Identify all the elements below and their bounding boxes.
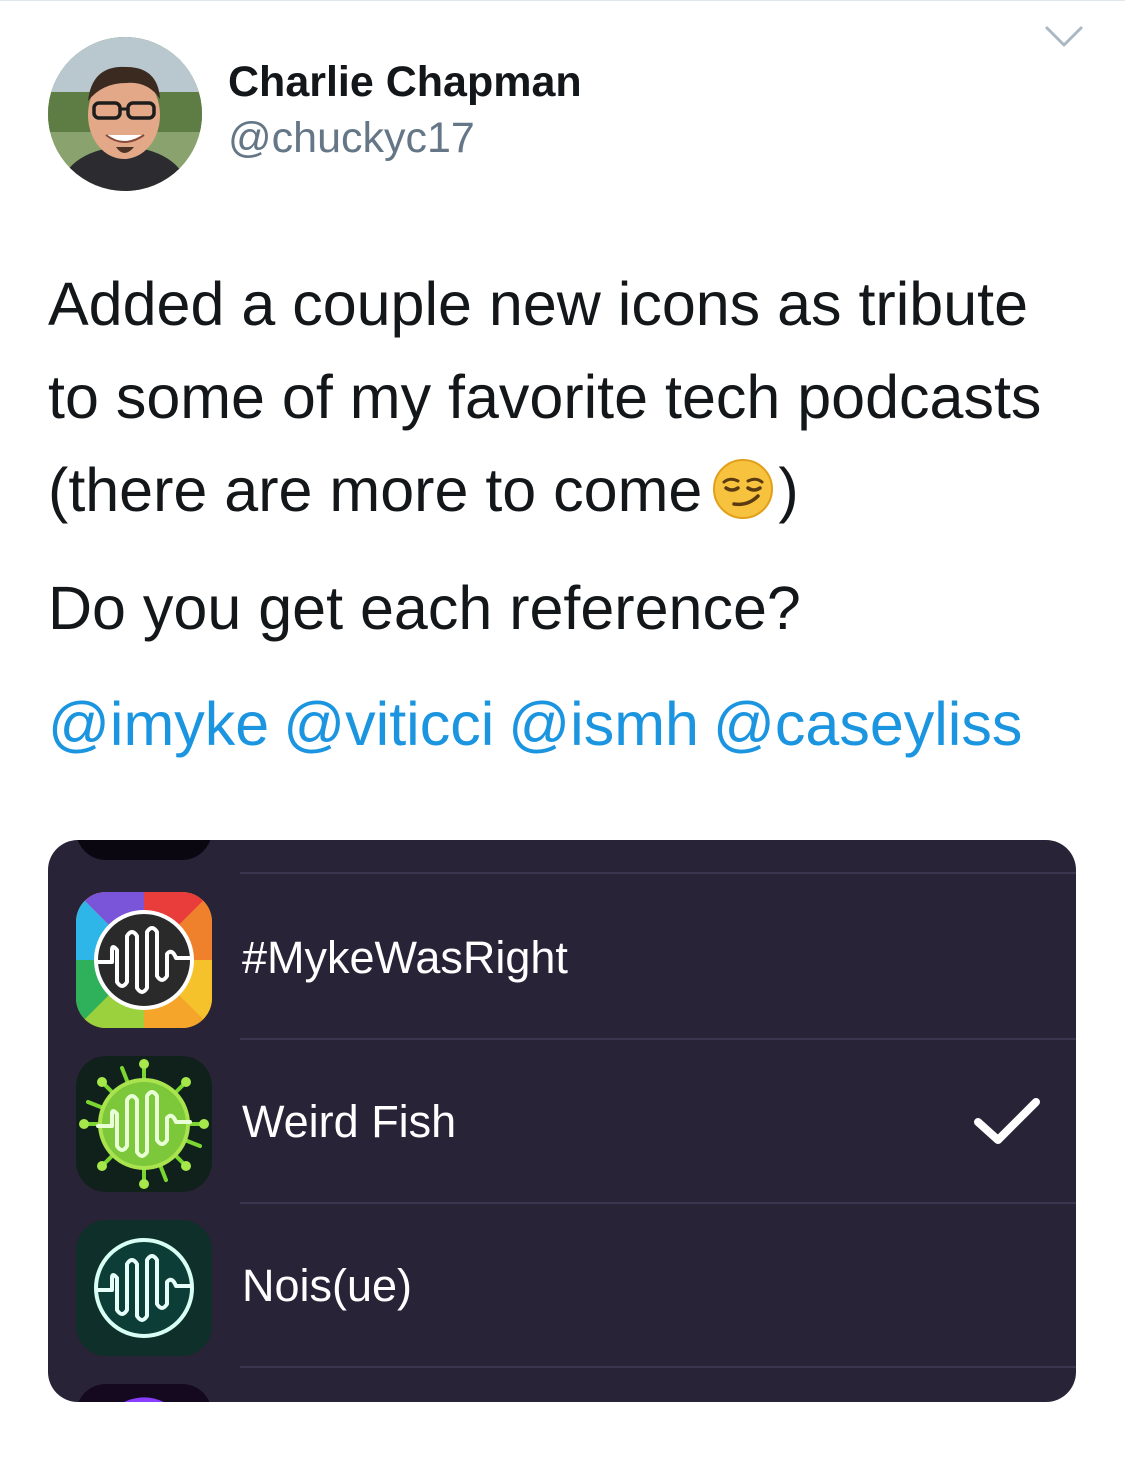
app-icon-settings-screenshot[interactable]: #MykeWasRight Weird Fish Nois(ue) [48,840,1076,1402]
checkmark-icon [974,1098,1040,1144]
tweet-text-line-3-end: ) [778,456,799,524]
author-handle[interactable]: @chuckyc17 [228,114,475,163]
list-item-label: #MykeWasRight [242,932,568,983]
virus-waveform-icon [76,1056,212,1192]
rainbow-waveform-icon [76,892,212,1028]
list-item-noisue[interactable]: Nois(ue) [48,1204,1076,1368]
avatar[interactable] [48,37,202,191]
top-divider [0,0,1125,1]
list-item-weird-fish[interactable]: Weird Fish [48,1040,1076,1204]
list-item-mykewasright[interactable]: #MykeWasRight [48,876,1076,1040]
mention-ismh[interactable]: @ismh [508,690,699,758]
author-name[interactable]: Charlie Chapman [228,58,582,107]
smirking-face-emoji-icon [713,458,774,519]
partial-app-icon-top [76,840,212,860]
list-item-label: Weird Fish [242,1096,457,1147]
tweet-text-line-2: to some of my favorite tech podcasts [48,363,1042,431]
list-divider [240,1366,1076,1368]
chevron-down-icon[interactable] [1044,24,1084,50]
mention-caseyliss[interactable]: @caseyliss [713,690,1022,758]
mention-viticci[interactable]: @viticci [283,690,494,758]
tweet-question: Do you get each reference? [48,574,801,642]
list-item-label: Nois(ue) [242,1260,413,1311]
teal-waveform-icon [76,1220,212,1356]
list-divider [240,872,1076,874]
partial-app-icon-bottom [76,1384,212,1402]
tweet-text-line-3: (there are more to come ) [48,458,799,526]
mention-imyke[interactable]: @imyke [48,690,269,758]
tweet-text-line-3-start: (there are more to come [48,456,703,524]
mentions: @imyke @viticci @ismh @caseyliss [48,694,1036,755]
tweet-text-line-1: Added a couple new icons as tribute [48,270,1029,338]
